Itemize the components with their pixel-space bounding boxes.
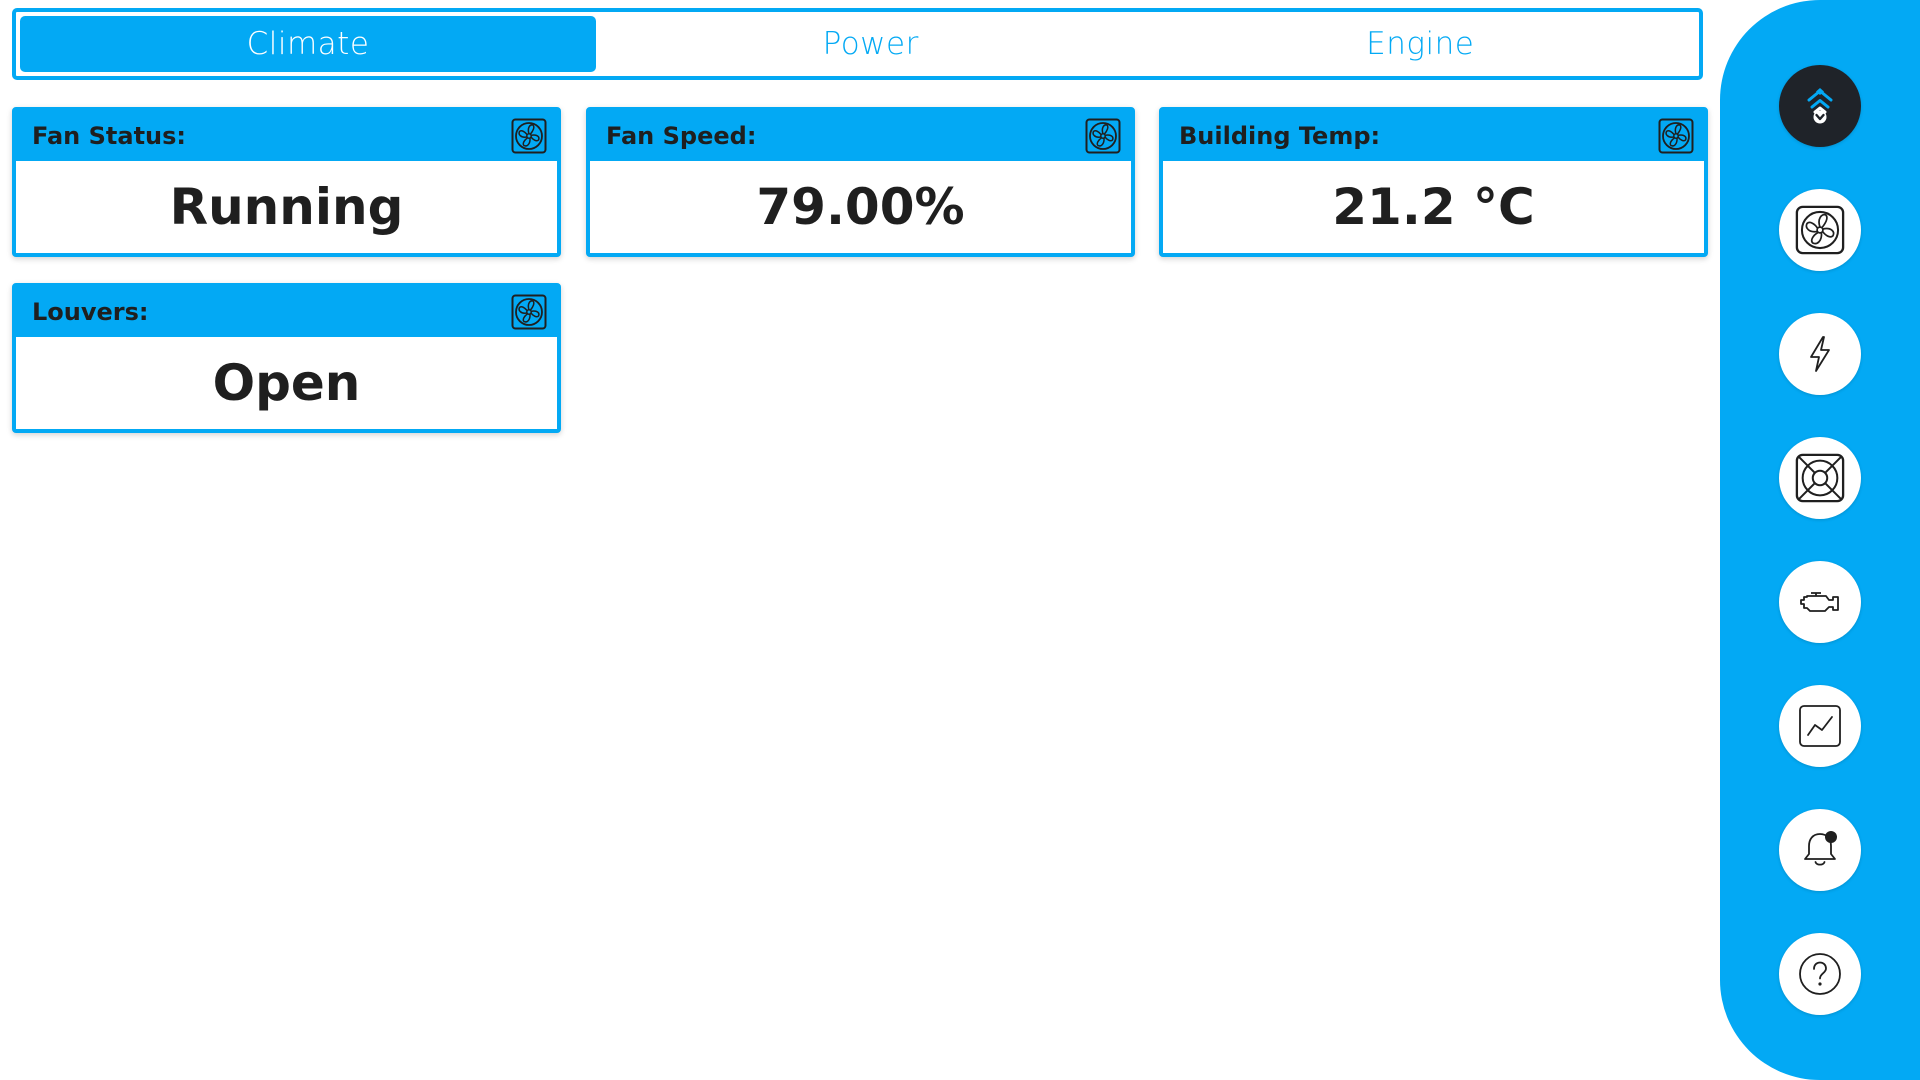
sidebar-item-trends[interactable] — [1779, 685, 1861, 767]
sidebar-item-engine[interactable] — [1779, 561, 1861, 643]
fan-icon — [1794, 204, 1846, 256]
bell-icon — [1796, 826, 1844, 874]
home-button[interactable] — [1779, 65, 1861, 147]
tab-engine[interactable]: Engine — [1146, 16, 1696, 72]
card-header: Fan Speed: — [590, 111, 1131, 161]
home-logo-icon — [1796, 82, 1844, 130]
sidebar-item-ventilation[interactable] — [1779, 437, 1861, 519]
tab-bar: Climate Power Engine — [12, 8, 1703, 80]
card-header: Building Temp: — [1163, 111, 1704, 161]
fan-icon — [511, 118, 547, 154]
card-header: Fan Status: — [16, 111, 557, 161]
lightning-icon — [1798, 332, 1842, 376]
fan-icon — [511, 294, 547, 330]
fan-status-value: Running — [169, 178, 404, 236]
ventilation-icon — [1794, 452, 1846, 504]
sidebar-item-power[interactable] — [1779, 313, 1861, 395]
dashboard-page: Climate Power Engine Fan Status: Running — [0, 0, 1920, 1080]
fan-icon — [1658, 118, 1694, 154]
sidebar-item-help[interactable] — [1779, 933, 1861, 1015]
sidebar-item-climate[interactable] — [1779, 189, 1861, 271]
fan-speed-card: Fan Speed: 79.00% — [586, 107, 1135, 257]
help-icon — [1796, 950, 1844, 998]
card-title: Building Temp: — [1179, 122, 1381, 150]
engine-icon — [1795, 577, 1845, 627]
chart-icon — [1797, 703, 1843, 749]
fan-status-card: Fan Status: Running — [12, 107, 561, 257]
tab-power[interactable]: Power — [596, 16, 1146, 72]
card-title: Fan Speed: — [606, 122, 757, 150]
sidebar — [1720, 0, 1920, 1080]
card-title: Fan Status: — [32, 122, 187, 150]
louvers-value: Open — [212, 354, 361, 412]
sidebar-item-alarms[interactable] — [1779, 809, 1861, 891]
building-temp-value: 21.2 °C — [1332, 178, 1535, 236]
card-title: Louvers: — [32, 298, 149, 326]
fan-icon — [1085, 118, 1121, 154]
fan-speed-value: 79.00% — [756, 178, 965, 236]
card-header: Louvers: — [16, 287, 557, 337]
building-temp-card: Building Temp: 21.2 °C — [1159, 107, 1708, 257]
louvers-card: Louvers: Open — [12, 283, 561, 433]
tab-climate[interactable]: Climate — [20, 16, 596, 72]
